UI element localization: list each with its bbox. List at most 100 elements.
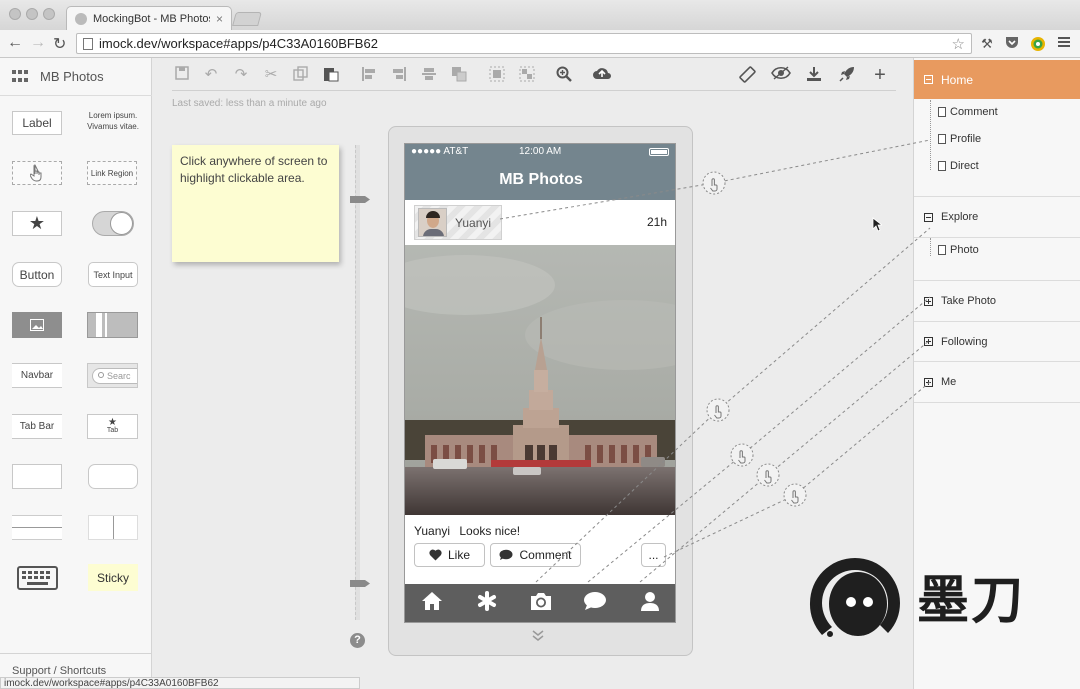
- palette-rounded-rectangle[interactable]: [88, 464, 138, 489]
- person-icon[interactable]: [635, 591, 665, 617]
- outline-following[interactable]: Following: [914, 322, 1080, 362]
- outline-home[interactable]: Home: [914, 60, 1080, 99]
- palette-sticky[interactable]: Sticky: [88, 564, 138, 591]
- palette-icon[interactable]: ★: [12, 211, 62, 236]
- add-icon[interactable]: +: [871, 65, 889, 85]
- zoom-icon[interactable]: [555, 66, 573, 84]
- palette-image[interactable]: [12, 312, 62, 338]
- tab-close-icon[interactable]: ×: [216, 12, 223, 26]
- outline-page-comment[interactable]: Comment: [938, 106, 998, 118]
- extension-color-icon[interactable]: [1030, 36, 1046, 52]
- project-header: MB Photos: [0, 58, 152, 96]
- post-photo[interactable]: [405, 245, 675, 515]
- preview-eye-icon[interactable]: [771, 66, 791, 84]
- align-right-icon[interactable]: [390, 66, 408, 84]
- palette-button[interactable]: Button: [12, 262, 62, 287]
- help-icon[interactable]: ?: [350, 633, 365, 648]
- ungroup-icon[interactable]: [518, 66, 536, 84]
- outline-page-profile[interactable]: Profile: [938, 133, 981, 145]
- outline-page-label: Photo: [950, 244, 979, 256]
- palette-tab[interactable]: ★ Tab: [87, 414, 138, 439]
- page-icon: [938, 134, 946, 144]
- sticky-note[interactable]: Click anywhere of screen to highlight cl…: [172, 145, 339, 262]
- browser-tab[interactable]: MockingBot - MB Photos ×: [66, 6, 232, 30]
- more-button[interactable]: ...: [641, 543, 666, 567]
- like-button[interactable]: Like: [414, 543, 485, 567]
- outline-page-direct[interactable]: Direct: [938, 160, 979, 172]
- asterisk-icon[interactable]: [472, 591, 502, 617]
- status-url: imock.dev/workspace#apps/p4C33A0160BFB62: [0, 677, 360, 689]
- comment-button[interactable]: Comment: [490, 543, 581, 567]
- align-left-icon[interactable]: [360, 66, 378, 84]
- vertical-slider-track[interactable]: [355, 145, 360, 620]
- back-arrow-icon[interactable]: ←: [7, 34, 23, 52]
- palette-vertical-divider[interactable]: [88, 515, 138, 540]
- redo-icon[interactable]: ↷: [232, 66, 250, 84]
- outline-page-label: Profile: [950, 133, 982, 145]
- rocket-icon[interactable]: [838, 66, 856, 84]
- camera-icon[interactable]: [526, 591, 556, 617]
- outline-take-photo[interactable]: Take Photo: [914, 281, 1080, 322]
- address-bar[interactable]: imock.dev/workspace#apps/p4C33A0160BFB62…: [76, 33, 972, 54]
- outline-home-label: Home: [941, 72, 974, 87]
- group-icon[interactable]: [488, 66, 506, 84]
- window-close-button[interactable]: [9, 8, 21, 20]
- palette-image-carousel[interactable]: [87, 312, 138, 338]
- forward-arrow-icon[interactable]: →: [30, 34, 46, 52]
- palette-link-region[interactable]: Link Region: [87, 161, 137, 185]
- download-icon[interactable]: [805, 66, 823, 84]
- save-icon[interactable]: [173, 66, 191, 84]
- palette-text-input[interactable]: Text Input: [88, 262, 138, 287]
- page-icon: [83, 37, 93, 50]
- palette-navbar[interactable]: Navbar: [12, 363, 62, 388]
- upload-cloud-icon[interactable]: [591, 66, 613, 84]
- menu-icon[interactable]: [1056, 36, 1072, 52]
- post-age: 21h: [646, 215, 667, 229]
- cut-icon[interactable]: ✂: [262, 66, 280, 84]
- profile-link[interactable]: Yuanyi: [414, 205, 502, 240]
- outline-explore[interactable]: Explore: [914, 197, 1080, 237]
- align-center-icon[interactable]: [420, 66, 438, 84]
- rotate-device-icon[interactable]: [738, 66, 756, 84]
- outline-me[interactable]: Me: [914, 362, 1080, 403]
- palette-paragraph[interactable]: Lorem ipsum. Vivamus vitae.: [87, 110, 139, 132]
- expand-icon[interactable]: [924, 296, 933, 306]
- palette-toggle[interactable]: [92, 211, 134, 236]
- palette-rectangle[interactable]: [12, 464, 62, 489]
- collapse-icon[interactable]: [924, 212, 933, 222]
- home-icon[interactable]: [417, 591, 447, 617]
- phone-screen[interactable]: ●●●●● AT&T 12:00 AM MB Photos Yuanyi 21h: [404, 143, 676, 623]
- copy-icon[interactable]: [292, 66, 310, 84]
- expand-icon[interactable]: [924, 337, 933, 346]
- page-icon: [938, 245, 946, 255]
- bookmark-star-icon[interactable]: ☆: [952, 35, 965, 53]
- reload-icon[interactable]: ↻: [53, 34, 66, 54]
- new-tab-button[interactable]: [232, 12, 262, 26]
- undo-icon[interactable]: ↶: [202, 66, 220, 84]
- palette-tab-bar[interactable]: Tab Bar: [12, 414, 62, 439]
- phone-navbar-title: MB Photos: [405, 160, 675, 200]
- palette-label[interactable]: Label: [12, 111, 62, 135]
- collapse-icon[interactable]: [924, 75, 933, 84]
- outline-take-photo-label: Take Photo: [941, 295, 997, 307]
- expand-icon[interactable]: [924, 377, 933, 387]
- paste-icon[interactable]: [322, 66, 340, 84]
- window-minimize-button[interactable]: [26, 8, 38, 20]
- tree-line-home: [930, 100, 931, 170]
- palette-search-bar[interactable]: Searc: [87, 363, 138, 388]
- window-zoom-button[interactable]: [43, 8, 55, 20]
- layer-order-icon[interactable]: [450, 66, 468, 84]
- support-link[interactable]: Support / Shortcuts: [12, 665, 106, 677]
- pocket-icon[interactable]: [1004, 36, 1020, 52]
- apps-grid-icon[interactable]: [12, 69, 30, 84]
- palette-hotspot[interactable]: [12, 161, 62, 185]
- heart-icon: [429, 549, 442, 561]
- mockingbot-watermark: [808, 556, 903, 651]
- palette-divider[interactable]: [12, 515, 62, 540]
- chat-icon[interactable]: [580, 591, 610, 617]
- chevron-double-down-icon[interactable]: [532, 630, 544, 645]
- outline-me-label: Me: [941, 376, 957, 388]
- outline-page-photo[interactable]: Photo: [938, 244, 979, 256]
- wrench-icon[interactable]: ⚒: [979, 36, 995, 52]
- palette-keyboard[interactable]: [17, 566, 58, 590]
